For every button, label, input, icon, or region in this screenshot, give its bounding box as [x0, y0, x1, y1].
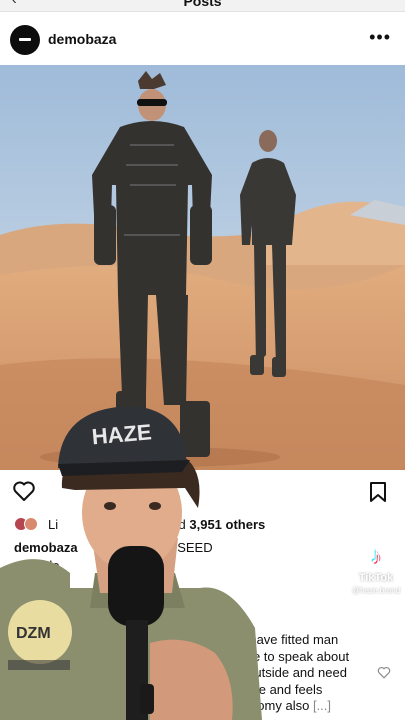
creator-overlay: HAZE DZM — [0, 406, 262, 720]
badge-text: DZM — [16, 625, 51, 642]
comment-heart-icon[interactable] — [377, 666, 391, 679]
ellipsis-icon[interactable]: ••• — [369, 27, 391, 48]
cap-logo-text: HAZE — [91, 419, 153, 449]
post-username[interactable]: demobaza — [48, 31, 116, 47]
nav-title: Posts — [183, 0, 222, 9]
post-header: demobaza ••• — [0, 18, 405, 62]
nav-bar: ‹ Posts — [0, 0, 405, 12]
tiktok-logo-icon: ♪ — [370, 543, 382, 568]
tiktok-handle: @haze.brand — [352, 586, 401, 595]
tiktok-name: TikTok — [358, 572, 394, 584]
bookmark-icon[interactable] — [369, 481, 387, 503]
comment-more-link[interactable]: [...] — [313, 698, 331, 713]
tiktok-watermark: ♪ TikTok @haze.brand — [352, 544, 400, 606]
avatar[interactable] — [10, 25, 40, 55]
app-root: ‹ Posts demobaza ••• — [0, 0, 405, 720]
